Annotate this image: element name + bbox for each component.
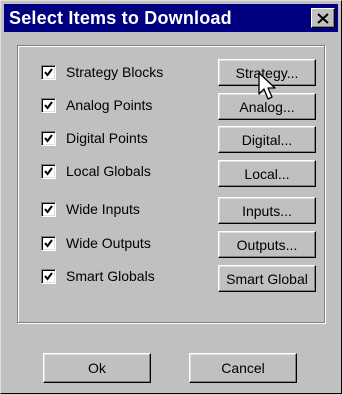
checkmark-icon	[44, 67, 53, 77]
checkbox-label: Wide Outputs	[66, 235, 151, 251]
inputs-button[interactable]: Inputs...	[218, 197, 316, 224]
checkmark-icon	[44, 166, 53, 176]
checkbox-label: Strategy Blocks	[66, 64, 164, 80]
strategy-button[interactable]: Strategy...	[218, 59, 316, 86]
local-button[interactable]: Local...	[218, 160, 316, 187]
checkbox-label: Local Globals	[66, 163, 151, 179]
title-bar[interactable]: Select Items to Download	[4, 4, 338, 32]
checkbox-box[interactable]	[41, 201, 56, 217]
checkbox-box[interactable]	[41, 130, 56, 146]
checkbox-box[interactable]	[41, 268, 56, 284]
checkbox-wide-inputs[interactable]: Wide Inputs	[41, 199, 140, 219]
dialog-title: Select Items to Download	[9, 8, 232, 28]
checkmark-icon	[44, 133, 53, 143]
checkbox-label: Digital Points	[66, 130, 148, 146]
checkbox-box[interactable]	[41, 97, 56, 113]
ok-button[interactable]: Ok	[43, 353, 151, 383]
checkbox-label: Analog Points	[66, 97, 153, 113]
checkbox-box[interactable]	[41, 64, 56, 80]
checkmark-icon	[44, 100, 53, 110]
cancel-button[interactable]: Cancel	[189, 353, 297, 383]
checkmark-icon	[44, 204, 53, 214]
checkmark-icon	[44, 271, 53, 281]
checkbox-box[interactable]	[41, 235, 56, 251]
close-icon	[317, 12, 329, 24]
checkmark-icon	[44, 238, 53, 248]
checkbox-box[interactable]	[41, 163, 56, 179]
checkbox-smart-globals[interactable]: Smart Globals	[41, 266, 155, 286]
checkbox-label: Smart Globals	[66, 268, 155, 284]
download-dialog: Select Items to Download Strategy Blocks…	[0, 0, 342, 394]
digital-button[interactable]: Digital...	[218, 126, 316, 153]
checkbox-strategy-blocks[interactable]: Strategy Blocks	[41, 62, 163, 82]
analog-button[interactable]: Analog...	[218, 93, 316, 120]
checkbox-analog-points[interactable]: Analog Points	[41, 95, 152, 115]
close-button[interactable]	[311, 8, 335, 28]
outputs-button[interactable]: Outputs...	[218, 231, 316, 258]
checkbox-label: Wide Inputs	[66, 201, 140, 217]
checkbox-digital-points[interactable]: Digital Points	[41, 128, 148, 148]
checkbox-wide-outputs[interactable]: Wide Outputs	[41, 233, 151, 253]
smart-global-button[interactable]: Smart Global	[218, 265, 316, 292]
checkbox-local-globals[interactable]: Local Globals	[41, 161, 151, 181]
